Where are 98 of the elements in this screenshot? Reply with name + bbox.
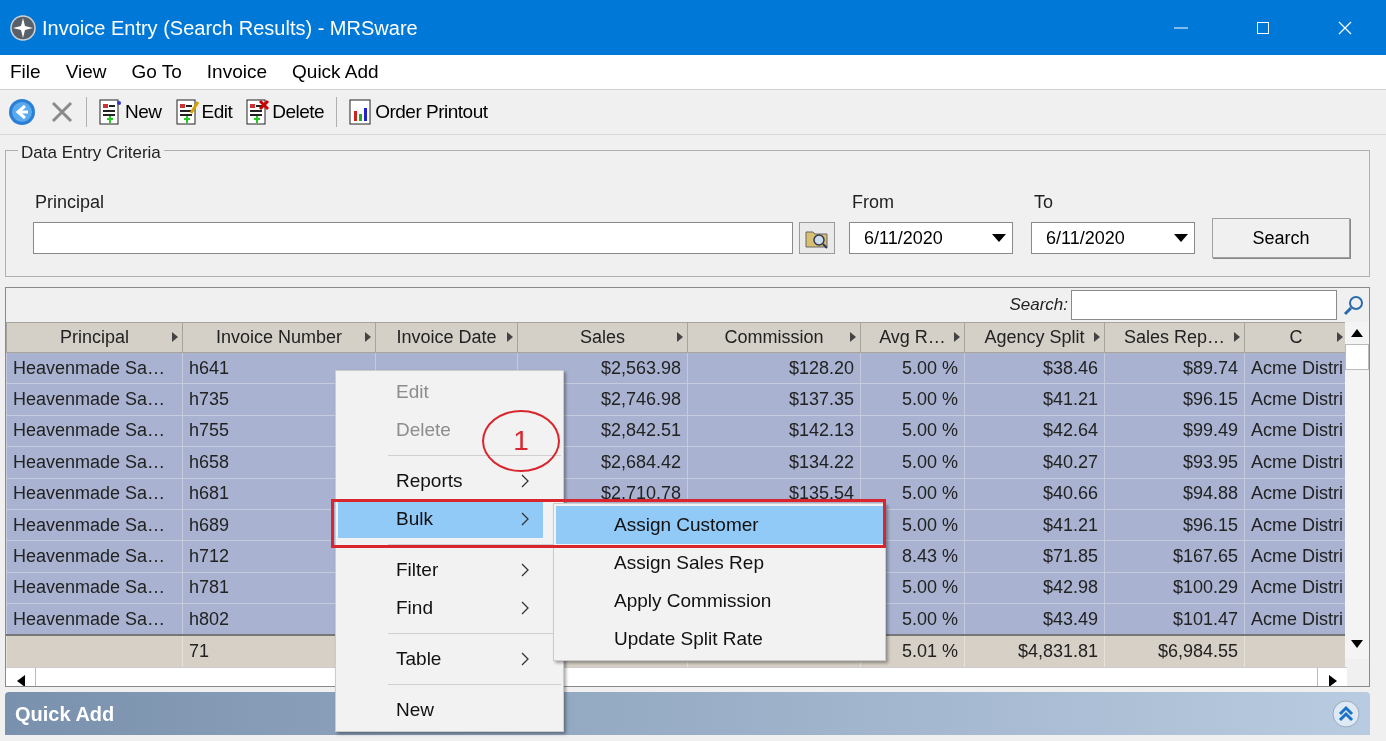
field-label: To bbox=[1034, 191, 1054, 214]
chevron-right-icon bbox=[521, 474, 529, 488]
arrow-right-icon bbox=[849, 331, 857, 343]
table-cell: $38.46 bbox=[964, 352, 1105, 384]
table-cell: $42.98 bbox=[964, 572, 1105, 604]
menu-item[interactable]: Quick Add bbox=[292, 57, 379, 87]
table-cell: $134.22 bbox=[687, 446, 861, 479]
scrollbar-thumb[interactable] bbox=[1345, 344, 1369, 370]
table-cell: $142.13 bbox=[687, 415, 861, 447]
table-cell: Heavenmade Sa… bbox=[6, 572, 183, 604]
principal-field[interactable] bbox=[33, 222, 793, 254]
column-header[interactable]: Invoice Date bbox=[375, 322, 518, 353]
document-icon bbox=[99, 99, 123, 125]
toolbar-button[interactable]: Delete bbox=[244, 95, 327, 129]
minimize-icon bbox=[1174, 26, 1188, 29]
lookup-button[interactable] bbox=[799, 222, 835, 254]
arrow-right-icon bbox=[1336, 331, 1344, 343]
table-cell: $167.65 bbox=[1104, 540, 1245, 573]
table-cell: Heavenmade Sa… bbox=[6, 352, 183, 384]
table-cell: 5.00 % bbox=[860, 415, 965, 447]
close-icon bbox=[1338, 20, 1352, 35]
table-cell: $128.20 bbox=[687, 352, 861, 384]
date-dropdown[interactable]: 6/11/2020 bbox=[1031, 222, 1195, 254]
dropdown-arrow-icon bbox=[1174, 234, 1188, 242]
arrow-right-icon bbox=[364, 331, 372, 343]
table-cell: Heavenmade Sa… bbox=[6, 478, 183, 510]
document-x-icon bbox=[246, 99, 271, 125]
table-cell: $42.64 bbox=[964, 415, 1105, 447]
vertical-scrollbar[interactable] bbox=[1345, 322, 1369, 659]
down-arrow-icon[interactable] bbox=[1351, 640, 1363, 648]
toolbar-button[interactable]: Edit bbox=[173, 95, 235, 129]
menu-item[interactable]: Assign Customer bbox=[556, 506, 883, 544]
table-cell: $99.49 bbox=[1104, 415, 1245, 447]
right-arrow-icon[interactable] bbox=[1328, 675, 1337, 686]
left-arrow-icon[interactable] bbox=[16, 675, 25, 686]
table-cell: Heavenmade Sa… bbox=[6, 446, 183, 479]
pencil-document-icon bbox=[175, 99, 200, 125]
table-cell: Heavenmade Sa… bbox=[6, 383, 183, 416]
search-field[interactable] bbox=[1071, 290, 1337, 320]
table-cell: $137.35 bbox=[687, 383, 861, 416]
chevron-right-icon bbox=[521, 652, 529, 666]
column-header[interactable]: Principal bbox=[6, 322, 183, 353]
column-header[interactable]: Invoice Number bbox=[182, 322, 376, 353]
table-cell: $100.29 bbox=[1104, 572, 1245, 604]
table-cell: Heavenmade Sa… bbox=[6, 509, 183, 541]
arrow-right-icon bbox=[953, 331, 961, 343]
table-cell: $41.21 bbox=[964, 509, 1105, 541]
double-chevron-up-icon bbox=[1332, 699, 1360, 728]
up-arrow-icon[interactable] bbox=[1351, 329, 1363, 337]
field-label: Principal bbox=[35, 191, 106, 214]
table-cell: $89.74 bbox=[1104, 352, 1245, 384]
table-cell: $71.85 bbox=[964, 540, 1105, 573]
arrow-right-icon bbox=[1233, 331, 1241, 343]
table-cell: $96.15 bbox=[1104, 509, 1245, 541]
arrow-right-icon bbox=[1093, 331, 1101, 343]
field-label: From bbox=[852, 191, 895, 214]
maximize-icon bbox=[1256, 20, 1270, 35]
menu-item[interactable]: View bbox=[65, 57, 107, 87]
table-cell: $41.21 bbox=[964, 383, 1105, 416]
table-cell: $40.27 bbox=[964, 446, 1105, 479]
table-cell: 5.00 % bbox=[860, 352, 965, 384]
arrow-right-icon bbox=[171, 331, 179, 343]
column-header[interactable]: Sales bbox=[517, 322, 688, 353]
table-cell: $40.66 bbox=[964, 478, 1105, 510]
date-dropdown[interactable]: 6/11/2020 bbox=[849, 222, 1013, 254]
search-icon bbox=[1343, 294, 1365, 316]
bar-chart-document-icon bbox=[349, 99, 374, 125]
column-header[interactable]: Commission bbox=[687, 322, 861, 353]
cancel-icon bbox=[50, 100, 74, 124]
toolbar-button[interactable]: Order Printout bbox=[347, 95, 490, 129]
chevron-right-icon bbox=[521, 601, 529, 615]
table-cell: Heavenmade Sa… bbox=[6, 415, 183, 447]
table-cell: $96.15 bbox=[1104, 383, 1245, 416]
menu-item[interactable]: Go To bbox=[131, 57, 182, 87]
column-header[interactable]: Sales Rep… bbox=[1104, 322, 1245, 353]
menu-item[interactable]: New bbox=[338, 691, 448, 729]
toolbar-button[interactable]: New bbox=[97, 95, 164, 129]
menu-item[interactable]: File bbox=[10, 57, 41, 87]
window-title: Invoice Entry (Search Results) - MRSware bbox=[42, 15, 418, 41]
menu-item[interactable]: Invoice bbox=[206, 57, 268, 87]
menu-item[interactable]: Bulk bbox=[338, 500, 543, 538]
table-cell: 5.00 % bbox=[860, 383, 965, 416]
annotation-circle: 1 bbox=[482, 410, 560, 472]
table-cell: $93.95 bbox=[1104, 446, 1245, 479]
field-label: Search: bbox=[1009, 294, 1068, 317]
chevron-right-icon bbox=[521, 563, 529, 577]
table-cell: 5.00 % bbox=[860, 446, 965, 479]
table-cell: Heavenmade Sa… bbox=[6, 540, 183, 573]
compass-icon bbox=[10, 14, 36, 41]
dropdown-arrow-icon bbox=[992, 234, 1006, 242]
chevron-right-icon bbox=[521, 512, 529, 526]
back-icon bbox=[8, 98, 36, 126]
arrow-right-icon bbox=[506, 331, 514, 343]
column-header[interactable]: Agency Split bbox=[964, 322, 1105, 353]
column-header[interactable]: Avg R… bbox=[860, 322, 965, 353]
table-cell: $94.88 bbox=[1104, 478, 1245, 510]
search-button[interactable]: Search bbox=[1212, 218, 1350, 258]
arrow-right-icon bbox=[676, 331, 684, 343]
